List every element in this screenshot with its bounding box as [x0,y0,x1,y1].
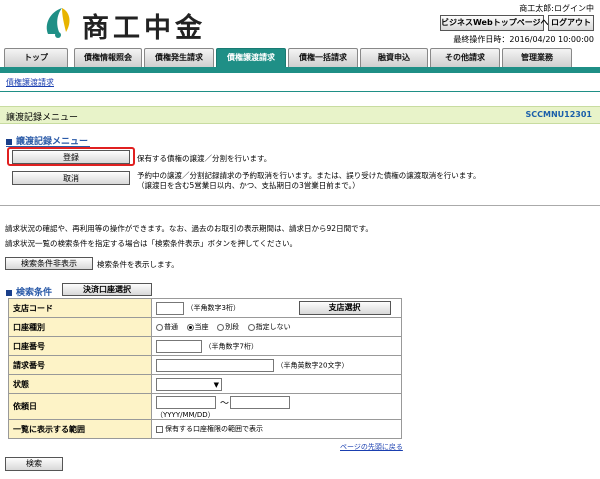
radio-ordinary[interactable] [156,323,163,331]
form-row-branch: 支店コード （半角数字3桁） 支店選択 [8,298,402,318]
account-no-note: （半角数字7桁） [204,342,259,350]
divider [0,205,600,206]
divider [0,91,600,92]
page-title: 譲渡記録メニュー [6,113,79,123]
status-select[interactable]: ▼ [156,377,222,391]
form-row-display-range: 一覧に表示する範囲 保有する口座権限の範囲で表示 [8,419,402,439]
page-title-bar: 譲渡記録メニュー SCCMNU12301 [0,106,600,124]
branch-code-note: （半角数字3桁） [186,304,241,312]
request-date-label: 依頼日 [8,393,152,420]
breadcrumb[interactable]: 債権譲渡請求 [6,77,54,88]
search-button[interactable]: 検索 [5,457,63,471]
tab-claim-issuance[interactable]: 債権発生請求 [144,48,214,67]
date-to-input[interactable] [230,395,290,409]
radio-label-ordinary: 普通 [164,323,178,331]
request-no-label: 請求番号 [8,355,152,375]
register-button[interactable]: 登録 [12,150,130,164]
branch-select-button[interactable]: 支店選択 [298,301,391,315]
chevron-down-icon: ▼ [213,380,219,389]
branch-code-input[interactable] [156,301,184,315]
display-range-cell: 保有する口座権限の範囲で表示 [151,419,402,439]
account-no-input[interactable] [156,339,202,353]
page-top-link[interactable]: ページの先頭に戻る [340,442,403,452]
radio-special[interactable] [217,323,225,331]
request-no-input[interactable] [156,358,274,372]
radio-label-current: 当座 [194,323,209,331]
last-operation-time: 最終操作日時：2016/04/20 10:00:00 [453,35,594,44]
account-no-cell: （半角数字7桁） [151,336,402,356]
form-row-request-date: 依頼日 ～ （YYYY/MM/DD） [8,393,402,420]
search-form: 支店コード （半角数字3桁） 支店選択 口座種別 普通 当座 別段 指定しない … [8,298,402,439]
status-label: 状態 [8,374,152,394]
screen-id: SCCMNU12301 [525,110,593,119]
nav-bar [0,67,600,73]
search-heading: 検索条件 [6,285,52,298]
request-no-cell: （半角英数字20文字） [151,355,402,375]
date-from-input[interactable] [156,395,216,409]
form-row-request-no: 請求番号 （半角英数字20文字） [8,355,402,375]
toggle-description: 検索条件を表示します。 [97,260,179,269]
tab-other-requests[interactable]: その他請求 [430,48,500,67]
account-no-label: 口座番号 [8,336,152,356]
logo-text: 商工中金 [82,13,206,44]
range-checkbox-label: 保有する口座権限の範囲で表示 [165,425,263,433]
form-row-account-type: 口座種別 普通 当座 別段 指定しない [8,317,402,337]
logo: 商工中金 [40,4,240,44]
date-separator: ～ [220,398,230,409]
branch-code-cell: （半角数字3桁） 支店選択 [151,298,402,318]
tab-claim-transfer[interactable]: 債権譲渡請求 [216,48,286,67]
user-status: 商工太郎:ログイン中 [519,4,594,13]
display-range-label: 一覧に表示する範囲 [8,419,152,439]
logo-mark-icon [46,8,70,38]
radio-label-special: 別段 [225,323,240,331]
account-type-label: 口座種別 [8,317,152,337]
info-line-2: 請求状況一覧の検索条件を指定する場合は「検索条件表示」ボタンを押してください。 [5,239,298,248]
settlement-account-button[interactable]: 決済口座選択 [62,283,152,296]
info-line-1: 請求状況の確認や、再利用等の操作ができます。なお、過去のお取引の表示期間は、請求… [5,224,373,233]
form-row-status: 状態 ▼ [8,374,402,394]
tab-claims-inquiry[interactable]: 債権情報照会 [74,48,142,67]
tab-loan-application[interactable]: 融資申込 [360,48,428,67]
form-row-account-no: 口座番号 （半角数字7桁） [8,336,402,356]
status-cell: ▼ [151,374,402,394]
section-marker-icon [6,138,12,145]
search-heading-text: 検索条件 [16,288,53,298]
account-type-cell: 普通 当座 別段 指定しない [151,317,402,337]
radio-current[interactable] [186,323,194,331]
branch-code-label: 支店コード [8,298,152,318]
tab-admin[interactable]: 管理業務 [502,48,572,67]
radio-label-unspecified: 指定しない [255,323,291,331]
request-no-note: （半角英数字20文字） [276,361,349,369]
logout-button[interactable]: ログアウト [548,15,594,31]
cancel-button[interactable]: 取消 [12,171,130,185]
top-page-button[interactable]: ビジネスWebトップページへ [440,15,549,31]
section-marker-icon [6,289,12,296]
tab-bulk-request[interactable]: 債権一括請求 [288,48,358,67]
toggle-search-button[interactable]: 検索条件非表示 [5,257,93,270]
radio-unspecified[interactable] [247,323,255,331]
date-format-note: （YYYY/MM/DD） [156,410,215,419]
register-description: 保有する債権の譲渡／分割を行います。 [137,154,272,163]
range-checkbox[interactable] [156,425,163,433]
request-date-cell: ～ （YYYY/MM/DD） [151,393,402,420]
tab-top[interactable]: トップ [4,48,68,67]
cancel-description-2: （譲渡日を含む5営業日以内、かつ、支払期日の3営業日前まで。） [137,181,360,190]
